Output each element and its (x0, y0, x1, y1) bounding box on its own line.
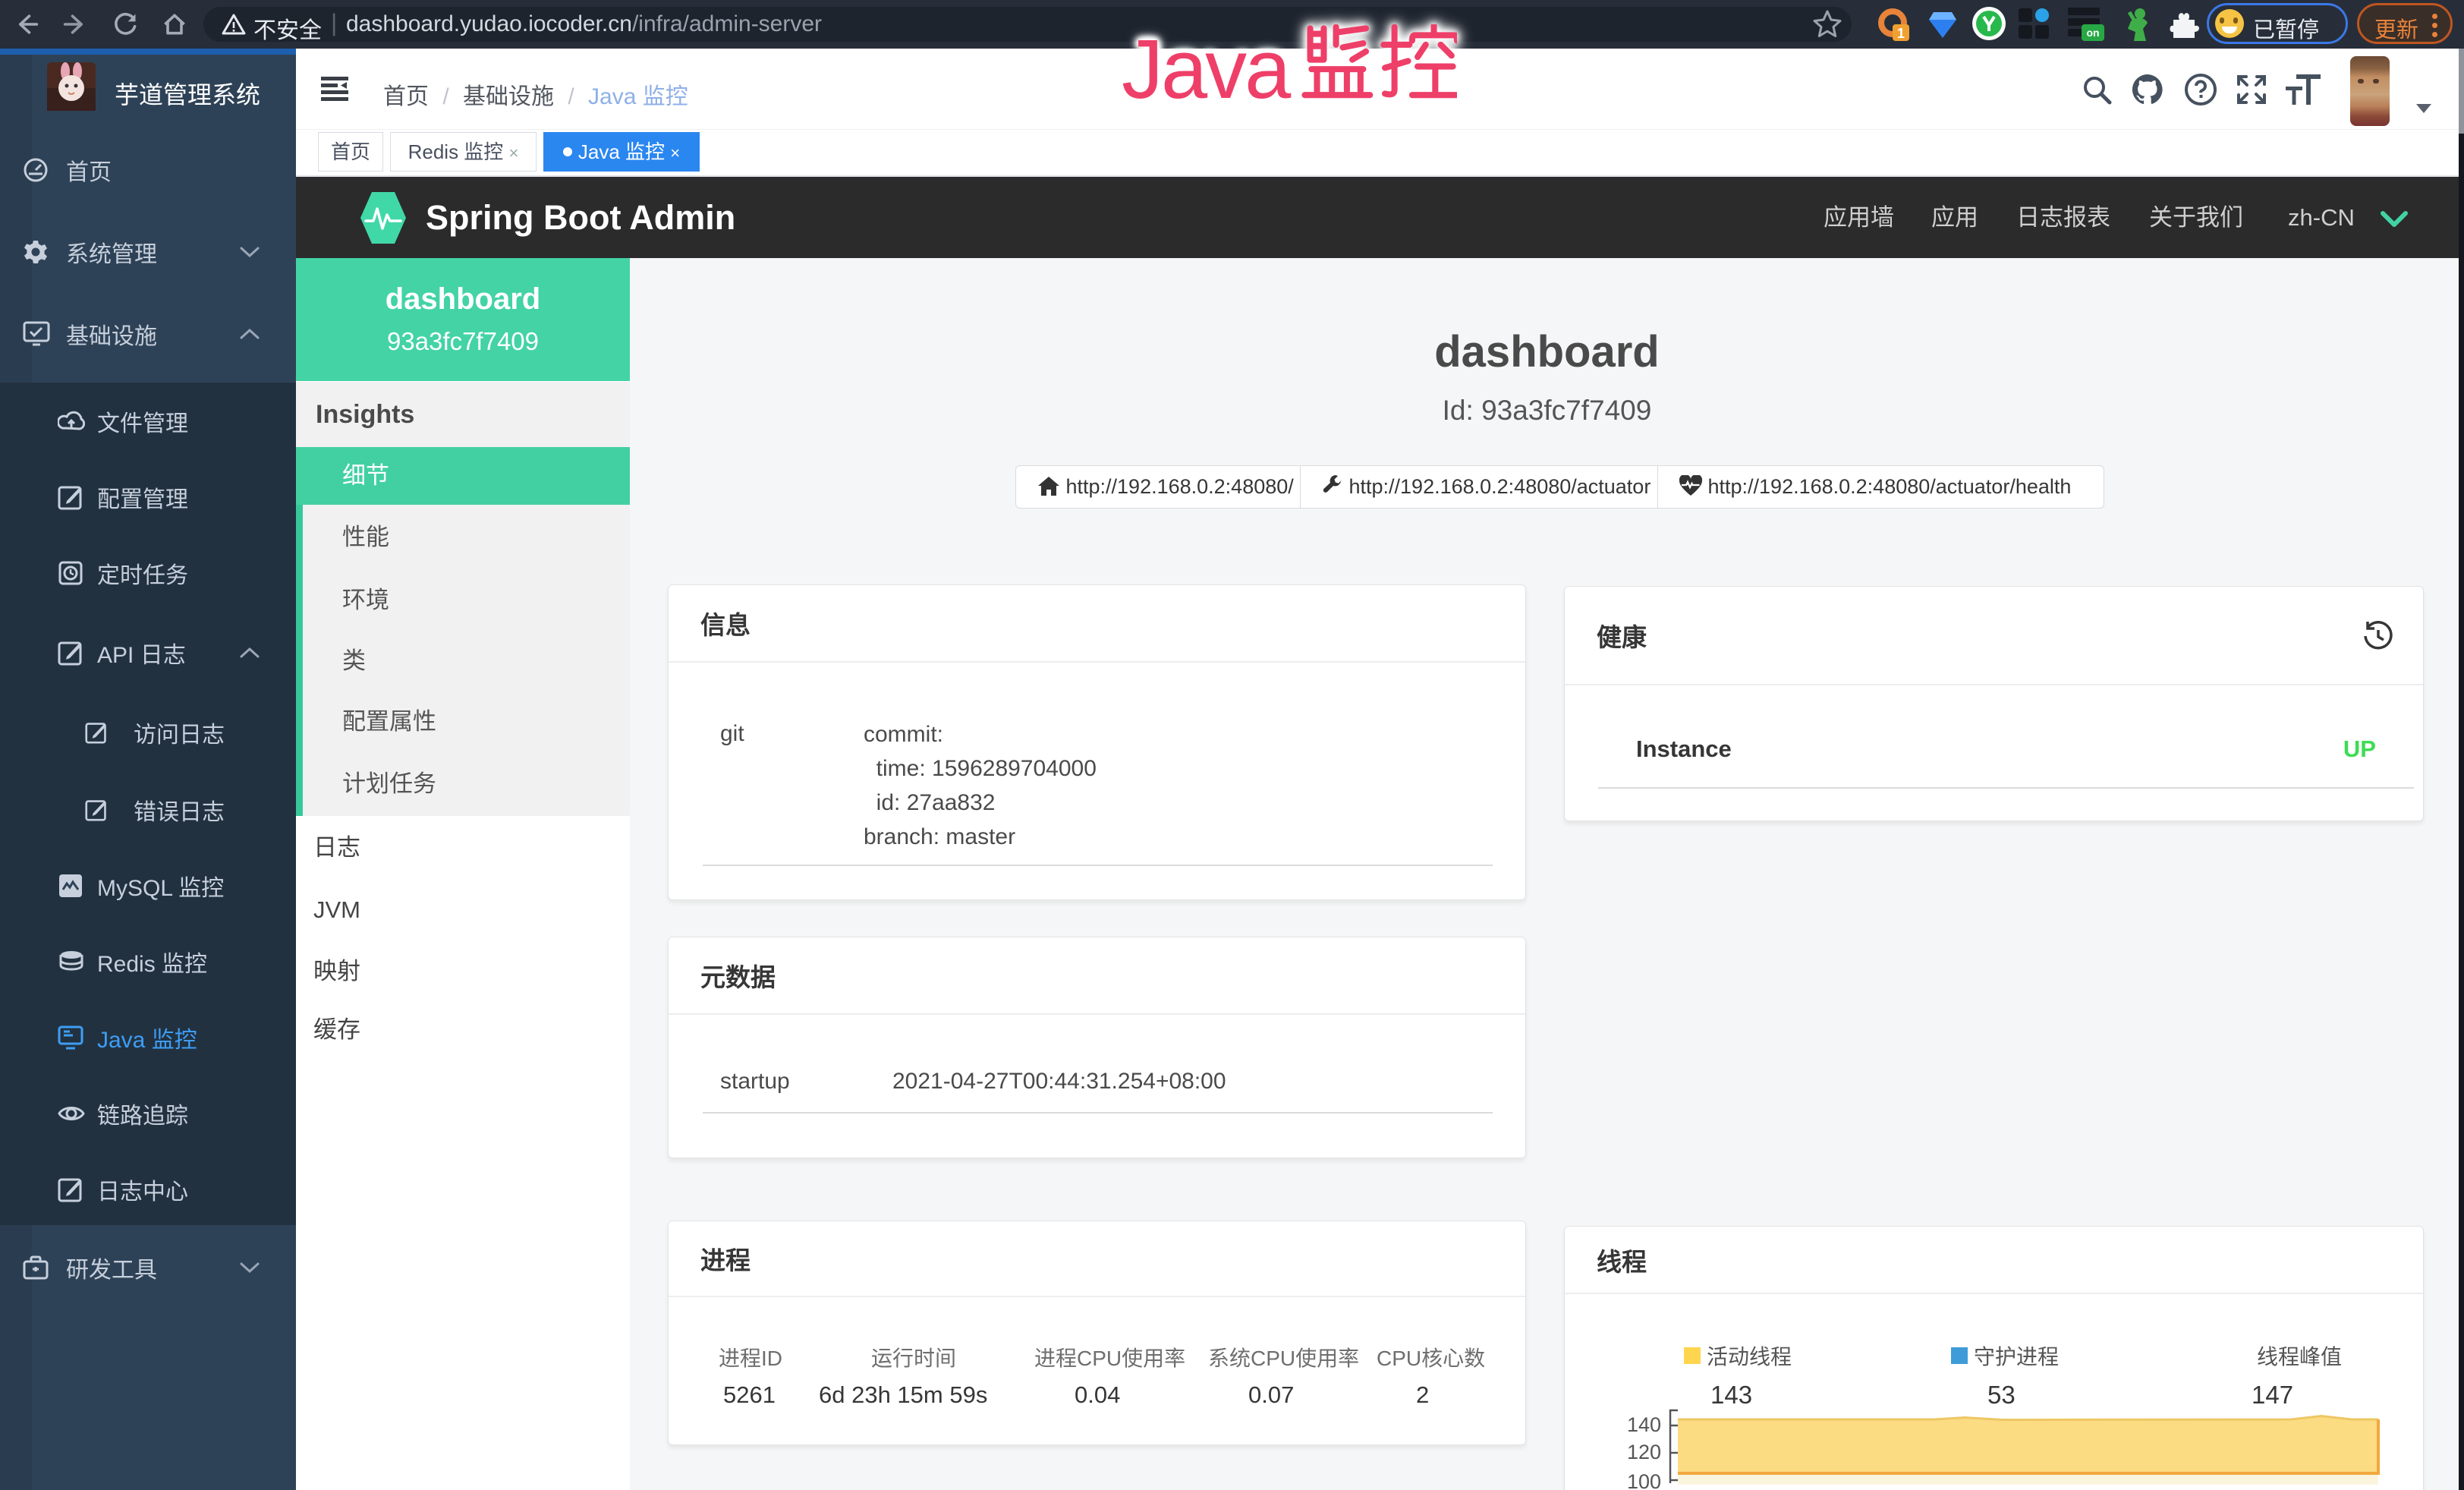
svg-text:on: on (2086, 27, 2099, 39)
svg-text:1: 1 (1897, 26, 1905, 41)
